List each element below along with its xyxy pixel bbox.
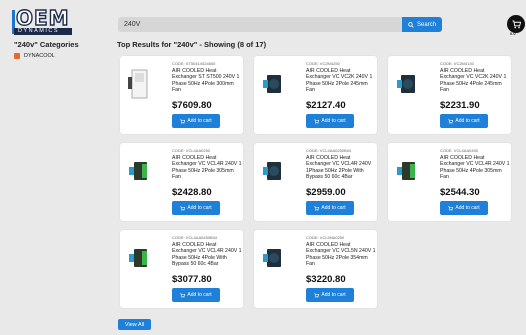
- add-to-cart-label: Add to cart: [321, 118, 346, 124]
- cart-icon: [314, 118, 320, 124]
- product-name[interactable]: AIR COOLED Heat Exchanger VC VCL4R 240V …: [172, 242, 242, 268]
- add-to-cart-label: Add to cart: [187, 118, 212, 124]
- cart-icon: [448, 205, 454, 211]
- search-input[interactable]: [118, 17, 402, 32]
- cart-icon: [314, 205, 320, 211]
- product-card[interactable]: CODE: VC2M4250 AIR COOLED Heat Exchanger…: [254, 56, 377, 134]
- product-code: CODE: VCL5NA0250: [306, 235, 345, 240]
- add-to-cart-button[interactable]: Add to cart: [306, 288, 354, 302]
- product-name[interactable]: AIR COOLED Heat Exchanger VC VCL4R 240V …: [306, 155, 376, 181]
- product-code: CODE: VCL4AA0250B04: [306, 148, 352, 153]
- product-image[interactable]: [258, 238, 288, 278]
- product-image[interactable]: [124, 64, 154, 104]
- product-name[interactable]: AIR COOLED Heat Exchanger VC VCL5N 240V …: [306, 242, 376, 268]
- sidebar-title: "240v" Categories: [14, 40, 79, 49]
- add-to-cart-label: Add to cart: [455, 205, 480, 211]
- product-code: CODE: VCL4AA0450: [440, 148, 479, 153]
- add-to-cart-label: Add to cart: [321, 292, 346, 298]
- add-to-cart-label: Add to cart: [455, 118, 480, 124]
- checkbox-checked[interactable]: [14, 53, 20, 59]
- sidebar-item-label: DYNACOOL: [24, 53, 55, 59]
- add-to-cart-button[interactable]: Add to cart: [172, 288, 220, 302]
- product-price: $2231.90: [440, 100, 480, 111]
- product-name[interactable]: AIR COOLED Heat Exchanger VC VCL4R 240V …: [172, 155, 242, 181]
- product-name[interactable]: AIR COOLED Heat Exchanger VC VCL4R 240V …: [440, 155, 510, 181]
- green-unit-icon: [129, 249, 147, 267]
- product-image[interactable]: [124, 151, 154, 191]
- add-to-cart-label: Add to cart: [187, 205, 212, 211]
- cart-icon: [180, 292, 186, 298]
- product-card[interactable]: CODE: VCL4AA0450 AIR COOLED Heat Exchang…: [388, 143, 511, 221]
- add-to-cart-label: Add to cart: [321, 205, 346, 211]
- fan-unit-icon: [263, 249, 281, 267]
- fan-unit-icon: [263, 162, 281, 180]
- product-name[interactable]: AIR COOLED Heat Exchanger ST ST500 240V …: [172, 68, 242, 94]
- logo-subtext: DYNAMICS: [18, 28, 60, 34]
- product-card[interactable]: CODE: VCL4AA0450B04 AIR COOLED Heat Exch…: [120, 230, 243, 308]
- cart-icon: [314, 292, 320, 298]
- add-to-cart-button[interactable]: Add to cart: [440, 201, 488, 215]
- product-image[interactable]: [124, 238, 154, 278]
- product-card[interactable]: CODE: VC2M4130 AIR COOLED Heat Exchanger…: [388, 56, 511, 134]
- cart-icon: [180, 118, 186, 124]
- header: OEM DYNAMICS Search 0.0: [0, 0, 526, 36]
- cart-icon: [511, 19, 521, 28]
- product-price: $2428.80: [172, 187, 212, 198]
- fan-unit-icon: [263, 75, 281, 93]
- product-card[interactable]: CODE: VCL5NA0250 AIR COOLED Heat Exchang…: [254, 230, 377, 308]
- cabinet-cooler-icon: [128, 69, 148, 99]
- product-price: $3077.80: [172, 274, 212, 285]
- cart-icon: [448, 118, 454, 124]
- fan-unit-icon: [397, 75, 415, 93]
- add-to-cart-button[interactable]: Add to cart: [440, 114, 488, 128]
- oem-dynamics-logo[interactable]: OEM DYNAMICS: [12, 6, 76, 36]
- product-price: $7609.80: [172, 100, 212, 111]
- product-card[interactable]: CODE: ST50414424600 AIR COOLED Heat Exch…: [120, 56, 243, 134]
- sidebar-item-dynacool[interactable]: DYNACOOL: [14, 53, 55, 59]
- product-code: CODE: VC2M4130: [440, 61, 474, 66]
- product-name[interactable]: AIR COOLED Heat Exchanger VC VC2K 240V 1…: [440, 68, 510, 94]
- product-card[interactable]: CODE: VCL4AA0250B04 AIR COOLED Heat Exch…: [254, 143, 377, 221]
- product-image[interactable]: [258, 151, 288, 191]
- search-button-label: Search: [416, 21, 436, 28]
- product-code: CODE: ST50414424600: [172, 61, 216, 66]
- add-to-cart-label: Add to cart: [187, 292, 212, 298]
- product-price: $2959.00: [306, 187, 346, 198]
- product-price: $2127.40: [306, 100, 346, 111]
- add-to-cart-button[interactable]: Add to cart: [306, 114, 354, 128]
- product-image[interactable]: [392, 151, 422, 191]
- product-price: $2544.30: [440, 187, 480, 198]
- logo-wordmark: OEM: [15, 6, 70, 30]
- product-code: CODE: VCL4AA0250: [172, 148, 211, 153]
- add-to-cart-button[interactable]: Add to cart: [172, 201, 220, 215]
- cart-total: 0.0: [510, 31, 516, 36]
- cart-icon: [180, 205, 186, 211]
- product-image[interactable]: [392, 64, 422, 104]
- add-to-cart-button[interactable]: Add to cart: [306, 201, 354, 215]
- product-image[interactable]: [258, 64, 288, 104]
- product-card[interactable]: CODE: VCL4AA0250 AIR COOLED Heat Exchang…: [120, 143, 243, 221]
- product-price: $3220.80: [306, 274, 346, 285]
- product-code: CODE: VCL4AA0450B04: [172, 235, 218, 240]
- product-name[interactable]: AIR COOLED Heat Exchanger VC VC2K 240V 1…: [306, 68, 376, 94]
- add-to-cart-button[interactable]: Add to cart: [172, 114, 220, 128]
- product-code: CODE: VC2M4250: [306, 61, 340, 66]
- search-icon: [408, 21, 414, 28]
- green-unit-icon: [397, 162, 415, 180]
- view-all-button[interactable]: View All: [118, 319, 151, 330]
- search-button[interactable]: Search: [402, 17, 442, 32]
- green-unit-icon: [129, 162, 147, 180]
- results-title: Top Results for "240v" - Showing (8 of 1…: [117, 40, 267, 49]
